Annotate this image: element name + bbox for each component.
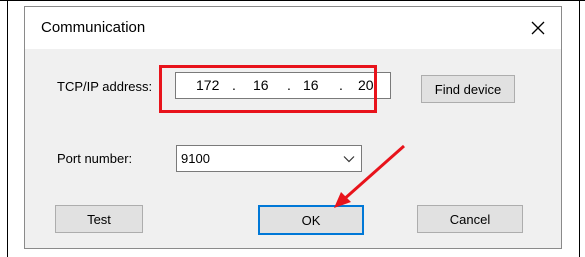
port-number-select[interactable]: 9100 bbox=[176, 145, 362, 172]
find-device-button[interactable]: Find device bbox=[421, 75, 515, 103]
title-bar: Communication bbox=[25, 7, 561, 49]
close-button[interactable] bbox=[515, 7, 561, 49]
port-number-value: 9100 bbox=[181, 151, 210, 166]
frame-line-top bbox=[0, 0, 585, 1]
frame-line-left bbox=[7, 0, 8, 257]
dialog-title: Communication bbox=[41, 19, 146, 36]
ok-button[interactable]: OK bbox=[258, 205, 364, 235]
red-highlight-box bbox=[159, 65, 377, 113]
cancel-button[interactable]: Cancel bbox=[417, 205, 523, 233]
tcpip-address-label: TCP/IP address: bbox=[57, 79, 153, 94]
close-icon bbox=[531, 21, 545, 35]
frame-line-right bbox=[579, 0, 580, 257]
chevron-down-icon bbox=[343, 156, 355, 163]
port-number-label: Port number: bbox=[57, 151, 133, 166]
communication-dialog: Communication TCP/IP address: 172 . 16 .… bbox=[24, 6, 562, 249]
test-button[interactable]: Test bbox=[55, 205, 143, 233]
